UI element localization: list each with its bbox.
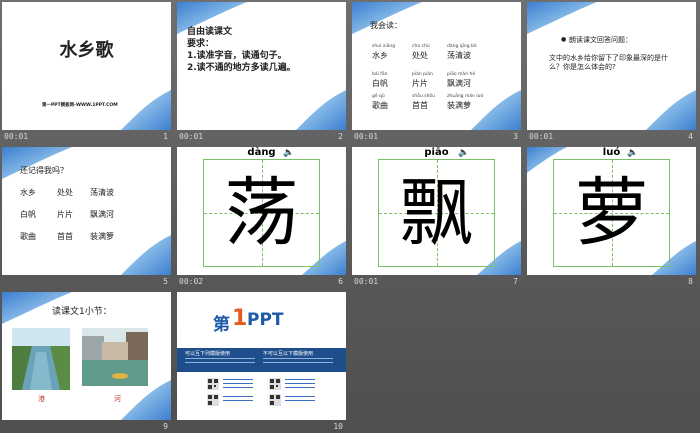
slide-heading: 朗读课文回答问题：: [569, 36, 632, 44]
qr-code-icon: [269, 378, 281, 390]
pinyin-label: piāo: [424, 147, 449, 158]
pinyin-label: luó: [602, 147, 621, 158]
word-label: 装满箩: [90, 232, 114, 241]
slide-number: 4: [688, 132, 693, 141]
logo-text-prefix: 第: [213, 315, 230, 335]
slide-timing: 00:01: [529, 132, 554, 141]
slide-number: 3: [513, 132, 518, 141]
slide-thumbnail-1[interactable]: 水乡歌 第一PPT模板网-WWW.1PPT.COM 00:01 1: [2, 2, 171, 143]
word-label: 处处: [412, 51, 428, 60]
slide-number: 10: [333, 422, 343, 431]
bullet-icon: ●: [561, 36, 567, 43]
logo-number: 1: [232, 306, 248, 331]
slide-heading: 还记得我吗？: [20, 166, 68, 175]
photo-caption: 河: [114, 395, 121, 403]
pinyin-label: piàn piàn: [412, 72, 433, 77]
word-label: 白帆: [372, 79, 388, 88]
slide-timing: 00:01: [179, 132, 204, 141]
word-label: 飘满河: [90, 210, 114, 219]
slide-timing: 00:01: [354, 277, 379, 286]
watercolor-decoration: [646, 90, 696, 130]
word-label: 处处: [57, 188, 73, 197]
slide-number: 2: [338, 132, 343, 141]
pinyin-label: shǒu shǒu: [412, 94, 436, 99]
word-label: 首首: [57, 232, 73, 241]
watertown-photo: [82, 328, 148, 386]
slide-heading: 读课文1小节：: [52, 307, 112, 317]
photo-caption: 港: [38, 395, 45, 403]
word-label: 水乡: [20, 188, 36, 197]
text-line: 2.读不通的地方多读几遍。: [187, 63, 296, 73]
pinyin-label: dàng qīng bō: [447, 44, 477, 49]
watercolor-decoration: [121, 235, 171, 275]
speaker-icon[interactable]: 🔈: [458, 148, 469, 158]
tianzi-grid: 飘: [378, 159, 495, 267]
slide-number: 9: [163, 422, 168, 431]
word-label: 歌曲: [20, 232, 36, 241]
tianzi-grid: 荡: [203, 159, 320, 267]
qr-code-icon: [207, 394, 219, 406]
slide-thumbnail-3[interactable]: 我会读： shuǐ xiāng 水乡 chù chù 处处 dàng qīng …: [352, 2, 521, 143]
watercolor-decoration: [296, 90, 346, 130]
watercolor-decoration: [121, 90, 171, 130]
slide-timing: 00:01: [4, 132, 29, 141]
slide-thumbnail-8[interactable]: luó 🔈 萝 8: [527, 147, 696, 288]
slide-thumbnail-9[interactable]: 读课文1小节： 港 河 9: [2, 292, 171, 433]
slide-heading: 我会读：: [370, 21, 402, 30]
slide-number: 8: [688, 277, 693, 286]
slide-footer: 第一PPT模板网-WWW.1PPT.COM: [42, 103, 118, 108]
slide-number: 1: [163, 132, 168, 141]
speaker-icon[interactable]: 🔈: [283, 148, 294, 158]
watercolor-decoration: [527, 2, 597, 34]
pinyin-label: gē qǔ: [372, 94, 385, 99]
slide-timing: 00:02: [179, 277, 204, 286]
word-label: 荡清波: [90, 188, 114, 197]
slide-thumbnail-2[interactable]: 自由读课文 要求： 1.读准字音，读通句子。 2.读不通的地方多读几遍。 00:…: [177, 2, 346, 143]
slide-thumbnail-10[interactable]: 第 1 PPT 可以互下列模版使用 不可以互以下模版使用 10: [177, 292, 346, 433]
slide-thumbnail-6[interactable]: dàng 🔈 荡 00:02 6: [177, 147, 346, 288]
slide-title: 水乡歌: [59, 40, 114, 61]
character-glyph: 萝: [574, 170, 649, 256]
canal-photo: [12, 328, 70, 390]
tianzi-grid: 萝: [553, 159, 670, 267]
banner-left-heading: 可以互下列模版使用: [185, 351, 231, 357]
qr-code-icon: [269, 394, 281, 406]
question-text: 文中的水乡给你留下了印象最深的是什么？你是怎么体会的?: [549, 54, 668, 72]
pinyin-label: piāo mǎn hé: [447, 72, 476, 77]
character-glyph: 飘: [399, 170, 474, 256]
slide-number: 7: [513, 277, 518, 286]
pinyin-label: bái fān: [372, 72, 388, 77]
word-label: 片片: [57, 210, 73, 219]
slide-number: 6: [338, 277, 343, 286]
word-label: 飘满河: [447, 79, 471, 88]
pinyin-label: shuǐ xiāng: [372, 44, 396, 49]
slide-thumbnail-4[interactable]: ● 朗读课文回答问题： 文中的水乡给你留下了印象最深的是什么？你是怎么体会的? …: [527, 2, 696, 143]
word-label: 首首: [412, 101, 428, 110]
slide-thumbnail-5[interactable]: 还记得我吗？ 水乡 处处 荡清波 白帆 片片 飘满河 歌曲 首首 装满箩 5: [2, 147, 171, 288]
speaker-icon[interactable]: 🔈: [627, 148, 638, 158]
word-label: 水乡: [372, 51, 388, 60]
pinyin-label: chù chù: [412, 44, 430, 49]
qr-code-icon: [207, 378, 219, 390]
word-label: 装满萝: [447, 101, 471, 110]
word-label: 荡清波: [447, 51, 471, 60]
slide-thumbnail-7[interactable]: piāo 🔈 飘 00:01 7: [352, 147, 521, 288]
character-glyph: 荡: [224, 170, 299, 256]
slide-timing: 00:01: [354, 132, 379, 141]
slide-number: 5: [163, 277, 168, 286]
pinyin-label: dàng: [247, 147, 276, 158]
logo-text-suffix: PPT: [247, 310, 284, 330]
word-label: 歌曲: [372, 101, 388, 110]
word-label: 片片: [412, 79, 428, 88]
banner-right-heading: 不可以互以下模版使用: [263, 351, 314, 357]
pinyin-label: zhuāng mǎn luó: [447, 94, 484, 99]
word-label: 白帆: [20, 210, 36, 219]
